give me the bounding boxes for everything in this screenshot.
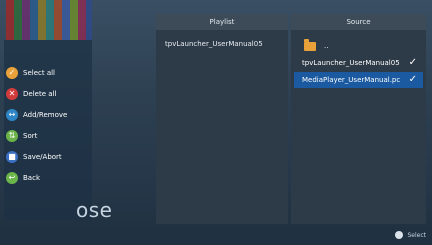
source-item-label: tpvLauncher_UserManual05 (302, 59, 400, 67)
menu-item-label: Back (23, 174, 40, 182)
ok-button-icon (395, 231, 404, 239)
source-item[interactable]: tpvLauncher_UserManual05 ✓ (294, 55, 423, 71)
decorative-stripes (6, 0, 92, 40)
back-icon: ↩ (6, 172, 18, 184)
source-item-selected[interactable]: MediaPlayer_UserManual.pc ✓ (294, 72, 423, 88)
source-header: Source (291, 14, 426, 30)
action-sidebar: ✓ Select all ✕ Delete all ↔ Add/Remove ⇅… (4, 40, 92, 220)
menu-item-label: Add/Remove (23, 111, 68, 119)
menu-item-label: Save/Abort (23, 153, 62, 161)
menu-item-delete-all[interactable]: ✕ Delete all (6, 85, 92, 103)
select-hint-label: Select (407, 231, 426, 239)
checkmark-icon: ✓ (408, 74, 417, 85)
menu-item-add-remove[interactable]: ↔ Add/Remove (6, 106, 92, 124)
sort-icon: ⇅ (6, 130, 18, 142)
source-item-label: MediaPlayer_UserManual.pc (302, 76, 400, 84)
menu-item-sort[interactable]: ⇅ Sort (6, 127, 92, 145)
source-panel: Source .. tpvLauncher_UserManual05 ✓ Med… (291, 14, 426, 224)
menu-item-label: Sort (23, 132, 38, 140)
menu-item-select-all[interactable]: ✓ Select all (6, 64, 92, 82)
save-icon: ■ (6, 151, 18, 163)
source-item-label: .. (324, 42, 329, 50)
menu-item-back[interactable]: ↩ Back (6, 169, 92, 187)
menu-item-label: Delete all (23, 90, 57, 98)
menu-item-label: Select all (23, 69, 55, 77)
select-hint: Select (395, 231, 426, 239)
checkmark-icon: ✓ (408, 57, 417, 68)
playlist-header: Playlist (156, 14, 288, 30)
folder-icon (304, 38, 316, 51)
delete-icon: ✕ (6, 88, 18, 100)
playlist-panel: Playlist tpvLauncher_UserManual05 (156, 14, 288, 224)
select-all-icon: ✓ (6, 67, 18, 79)
menu-item-save-abort[interactable]: ■ Save/Abort (6, 148, 92, 166)
source-item-parent-folder[interactable]: .. (294, 38, 423, 54)
playlist-item[interactable]: tpvLauncher_UserManual05 (156, 30, 288, 48)
background-title-text: ose (76, 198, 113, 222)
add-remove-icon: ↔ (6, 109, 18, 121)
